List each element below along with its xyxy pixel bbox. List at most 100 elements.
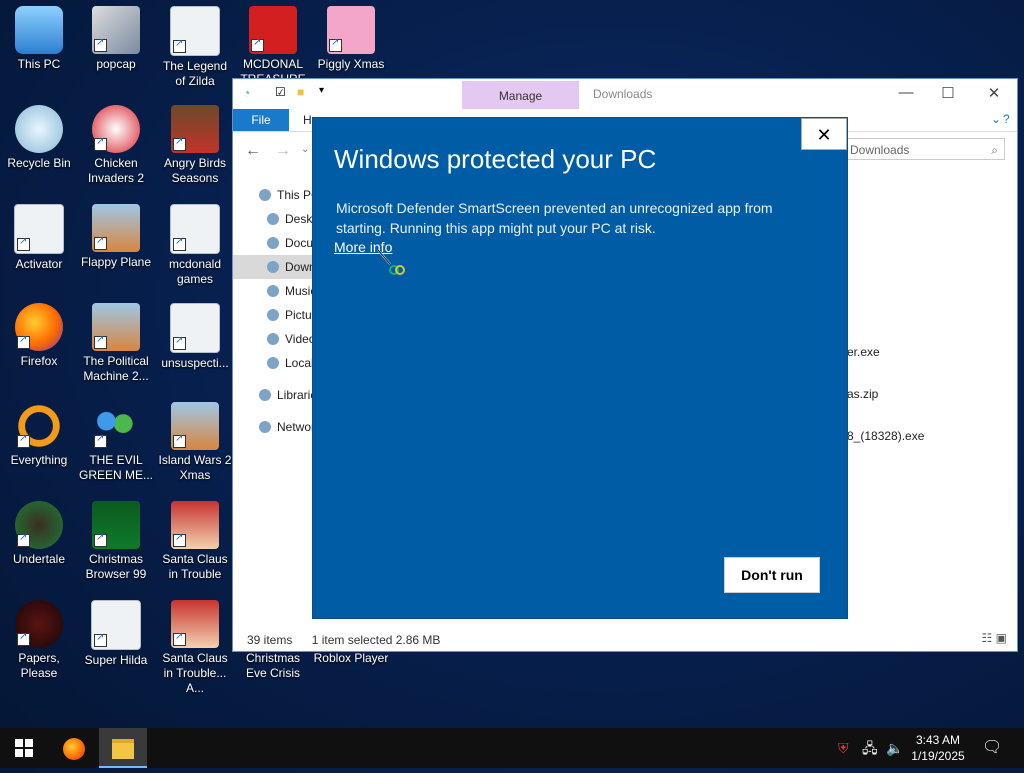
file-tab[interactable]: File <box>233 109 289 131</box>
angry-birds-icon <box>171 105 219 153</box>
shortcut-arrow-icon <box>94 37 107 52</box>
desktop-icon-label: mcdonald games <box>168 257 222 286</box>
desktop-icon-the-political-machine-2[interactable]: The Political Machine 2... <box>78 303 154 384</box>
game-icon <box>92 303 140 351</box>
desktop-icon-christmas-browser-99[interactable]: Christmas Browser 99 <box>78 501 154 582</box>
shortcut-arrow-icon <box>94 632 107 647</box>
status-bar: 39 items 1 item selected 2.86 MB <box>247 633 456 647</box>
desktop-icon-papers-please[interactable]: Papers, Please <box>1 600 77 681</box>
desktop-icon-mcdonald-games[interactable]: mcdonald games <box>157 204 233 287</box>
santa-icon <box>171 501 219 549</box>
properties-icon[interactable]: ☑ <box>275 85 286 99</box>
file-row[interactable]: as.zip <box>847 387 878 401</box>
recycle-bin-icon <box>15 105 63 153</box>
minimize-button[interactable]: — <box>891 84 921 101</box>
clock[interactable]: 3:43 AM 1/19/2025 <box>903 732 973 764</box>
explorer-title-bar[interactable]: ◔ ☑ ■ ▾ Manage Downloads — ☐ ✕ <box>233 79 1017 109</box>
dont-run-button[interactable]: Don't run <box>724 557 820 593</box>
desktop-icon-mcdonal-treasure[interactable]: MCDONAL TREASURE <box>235 6 311 87</box>
folder-icon <box>267 261 279 273</box>
details-view-icon[interactable]: ☷ <box>982 631 993 645</box>
desktop-icon-label: unsuspecti... <box>161 356 229 370</box>
desktop-icon-label: Christmas Browser 99 <box>85 552 147 581</box>
papers-icon <box>15 600 63 648</box>
desktop-icon-the-evil-green-me[interactable]: THE EVIL GREEN ME... <box>78 402 154 483</box>
desktop-icon-label: Undertale <box>12 552 66 566</box>
nav-item-label: Music <box>285 284 317 298</box>
taskbar-file-explorer[interactable] <box>99 728 147 768</box>
forward-icon[interactable]: → <box>275 142 291 160</box>
desktop-icon-recycle-bin[interactable]: Recycle Bin <box>1 105 77 171</box>
shortcut-arrow-icon <box>173 631 186 646</box>
desktop-icon-piggly-xmas[interactable]: Piggly Xmas <box>313 6 389 72</box>
firefox-icon <box>63 737 85 760</box>
large-icons-view-icon[interactable]: ▣ <box>996 631 1007 645</box>
item-count: 39 items <box>247 633 293 647</box>
desktop-icon-label: The Political Machine 2... <box>83 354 149 383</box>
recent-locations-icon[interactable]: ⌄ <box>301 144 309 155</box>
desktop-icon-island-wars-2-xmas[interactable]: Island Wars 2 Xmas <box>157 402 233 483</box>
desktop-icon-label: Santa Claus in Trouble <box>162 552 228 581</box>
shortcut-arrow-icon <box>94 532 107 547</box>
folder-icon <box>267 285 279 297</box>
desktop-icon-activator[interactable]: Activator <box>1 204 77 272</box>
santa-icon <box>171 600 219 648</box>
selection-info: 1 item selected 2.86 MB <box>311 633 441 647</box>
help-icon[interactable]: ? <box>1003 112 1017 126</box>
close-window-button[interactable]: ✕ <box>979 84 1009 102</box>
notifications-icon[interactable]: 🗨 <box>982 728 1002 768</box>
maximize-button[interactable]: ☐ <box>933 84 963 102</box>
desktop-icon-the-legend-of-zilda[interactable]: The Legend of Zilda <box>157 6 233 89</box>
desktop-icon-santa-claus-in-trouble[interactable]: Santa Claus in Trouble <box>157 501 233 582</box>
view-toggle[interactable]: ☷ ▣ <box>982 631 1007 645</box>
search-box[interactable]: Downloads ⌕ <box>839 138 1005 160</box>
manage-tab[interactable]: Manage <box>462 81 579 109</box>
windows-logo-icon <box>15 739 33 757</box>
desktop-icon-chicken-invaders-2[interactable]: Chicken Invaders 2 <box>78 105 154 186</box>
back-icon[interactable]: ← <box>245 142 261 160</box>
undertale-icon <box>15 501 63 549</box>
desktop-icon-angry-birds-seasons[interactable]: Angry Birds Seasons <box>157 105 233 186</box>
app-icon <box>92 6 140 54</box>
desktop-icon-firefox[interactable]: Firefox <box>1 303 77 369</box>
shortcut-arrow-icon <box>17 433 30 448</box>
desktop-icon-label: Chicken Invaders 2 <box>87 156 145 185</box>
desktop-icon-label: Papers, Please <box>18 651 60 680</box>
desktop-icon-popcap[interactable]: popcap <box>78 6 154 72</box>
desktop-icon-label: Flappy Plane <box>80 255 152 269</box>
shortcut-arrow-icon <box>173 136 186 151</box>
folder-icon <box>267 357 279 369</box>
shortcut-arrow-icon <box>173 532 186 547</box>
file-row[interactable]: er.exe <box>847 345 880 359</box>
close-dialog-button[interactable]: ✕ <box>801 118 847 150</box>
new-folder-icon[interactable]: ■ <box>297 85 304 99</box>
desktop-icon-flappy-plane[interactable]: Flappy Plane <box>78 204 154 270</box>
shortcut-arrow-icon <box>94 433 107 448</box>
desktop-icon-this-pc[interactable]: This PC <box>1 6 77 72</box>
desktop-icon-unsuspecti[interactable]: unsuspecti... <box>157 303 233 371</box>
mcdonalds-icon <box>249 6 297 54</box>
taskbar-firefox[interactable] <box>50 728 98 768</box>
desktop-icon-label: popcap <box>96 57 136 71</box>
expand-ribbon-icon[interactable]: ⌄ <box>991 112 1001 126</box>
desktop-icon-label: This PC <box>17 57 61 71</box>
desktop-icon-everything[interactable]: Everything <box>1 402 77 468</box>
shortcut-arrow-icon <box>251 37 264 52</box>
file-icon <box>170 6 220 56</box>
search-app-icon <box>15 402 63 450</box>
desktop-icon-undertale[interactable]: Undertale <box>1 501 77 567</box>
desktop-icon-santa-claus-in-trouble-a[interactable]: Santa Claus in Trouble... A... <box>157 600 233 696</box>
shortcut-arrow-icon <box>17 236 30 251</box>
quick-access-icon[interactable]: ◔ <box>243 86 250 100</box>
customize-quick-access-icon[interactable]: ▾ <box>319 85 324 96</box>
search-icon: ⌕ <box>991 143 998 157</box>
desktop-icon-label: Christmas Eve Crisis <box>245 651 300 680</box>
network-icon[interactable]: 🖧 <box>862 728 878 768</box>
file-row[interactable]: 8_(18328).exe <box>847 429 924 443</box>
start-button[interactable] <box>0 728 48 768</box>
window-title: Downloads <box>593 87 653 101</box>
security-warning-icon[interactable]: ⛨ <box>838 728 849 768</box>
volume-icon[interactable]: 🔈 <box>886 728 903 768</box>
desktop-icon-super-hilda[interactable]: Super Hilda <box>78 600 154 668</box>
desktop-icon-label: Angry Birds Seasons <box>163 156 227 185</box>
